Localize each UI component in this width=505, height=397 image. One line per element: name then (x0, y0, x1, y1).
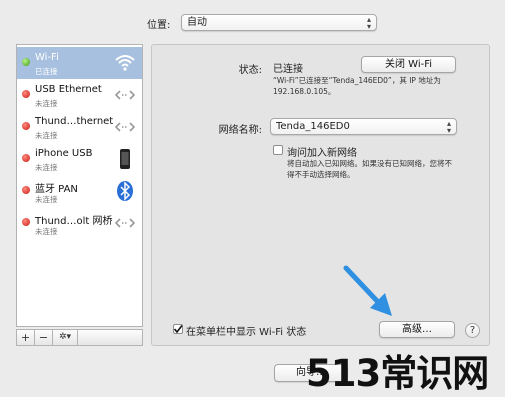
ask-join-checkbox[interactable] (273, 145, 283, 155)
gear-menu-button[interactable]: ✲▾ (53, 330, 78, 345)
status-dot-green-icon (22, 58, 30, 66)
ask-join-label: 询问加入新网络 (287, 148, 357, 159)
location-label: 位置: (147, 20, 171, 31)
show-in-menubar-checkbox[interactable] (173, 324, 183, 334)
ethernet-arrows-icon (114, 90, 136, 100)
service-list[interactable]: Wi-Fi 已连接 USB Ethernet 未连接 Thund…thernet… (16, 44, 143, 327)
service-name: Thund…thernet (35, 116, 114, 127)
status-dot-red-icon (22, 122, 30, 130)
status-dot-red-icon (22, 90, 30, 98)
service-name: iPhone USB (35, 148, 93, 159)
wifi-icon (115, 55, 135, 71)
watermark-text: 513常识网 (306, 352, 489, 395)
network-name-value: Tenda_146ED0 (276, 121, 350, 132)
network-name-popup[interactable]: Tenda_146ED0 ▴ ▾ (270, 118, 457, 135)
service-name: USB Ethernet (35, 84, 102, 95)
bluetooth-icon (117, 181, 133, 201)
service-status: 未连接 (35, 163, 58, 172)
service-status: 已连接 (35, 67, 58, 76)
location-popup[interactable]: 自动 ▴ ▾ (181, 14, 377, 31)
service-item-thunderbolt-bridge[interactable]: Thund…olt 网桥 未连接 (17, 207, 142, 239)
checkmark-icon (173, 325, 183, 334)
service-item-wifi[interactable]: Wi-Fi 已连接 (17, 47, 142, 79)
service-name: Thund…olt 网桥 (35, 216, 113, 227)
status-label: 状态: (238, 65, 262, 76)
status-dot-red-icon (22, 186, 30, 194)
annotation-arrow-icon (343, 265, 392, 316)
status-dot-red-icon (22, 154, 30, 162)
show-in-menubar-label: 在菜单栏中显示 Wi-Fi 状态 (186, 327, 307, 338)
location-value: 自动 (187, 17, 207, 28)
status-dot-red-icon (22, 218, 30, 226)
help-button[interactable]: ? (465, 323, 480, 338)
service-status: 未连接 (35, 195, 58, 204)
add-service-button[interactable]: + (17, 330, 35, 345)
service-name: Wi-Fi (35, 52, 59, 63)
service-item-iphone-usb[interactable]: iPhone USB 未连接 (17, 143, 142, 175)
iphone-icon (120, 149, 130, 169)
service-list-toolbar: + − ✲▾ (16, 329, 143, 346)
service-item-usb-ethernet[interactable]: USB Ethernet 未连接 (17, 79, 142, 111)
service-name: 蓝牙 PAN (35, 184, 78, 195)
service-status: 未连接 (35, 131, 58, 140)
service-item-thunderbolt-ethernet[interactable]: Thund…thernet 未连接 (17, 111, 142, 143)
status-description: “Wi-Fi”已连接至“Tenda_146ED0”，其 IP 地址为 192.1… (273, 76, 441, 96)
service-status: 未连接 (35, 99, 58, 108)
service-item-bluetooth-pan[interactable]: 蓝牙 PAN 未连接 (17, 175, 142, 207)
ask-join-description: 将自动加入已知网络。如果没有已知网络，您将不得不手动选择网络。 (287, 159, 452, 179)
advanced-button[interactable]: 高级… (379, 321, 455, 338)
popup-arrows-icon: ▴ ▾ (366, 15, 371, 31)
popup-arrows-icon: ▴ ▾ (446, 119, 451, 135)
status-value: 已连接 (273, 64, 303, 75)
network-name-label: 网络名称: (218, 125, 262, 136)
ethernet-arrows-icon (114, 218, 136, 228)
ethernet-arrows-icon (114, 122, 136, 132)
turn-off-wifi-button[interactable]: 关闭 Wi-Fi (361, 56, 456, 73)
remove-service-button[interactable]: − (35, 330, 53, 345)
service-status: 未连接 (35, 227, 58, 236)
